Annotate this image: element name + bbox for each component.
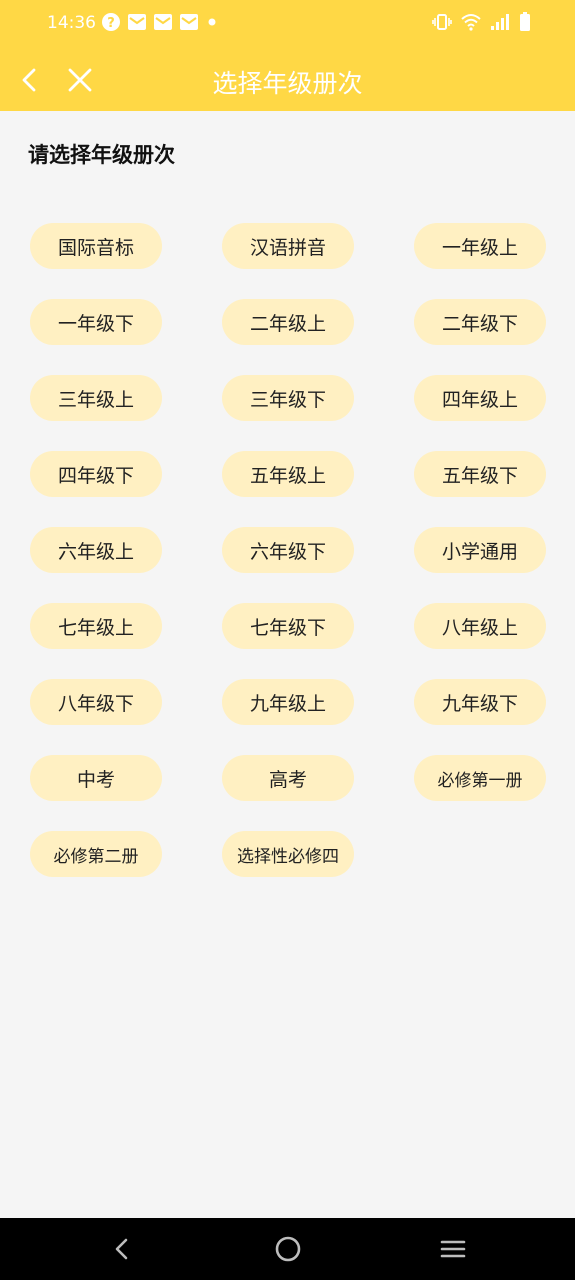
grade-chip[interactable]: 选择性必修四	[222, 831, 354, 877]
grade-chip[interactable]: 必修第一册	[414, 755, 546, 801]
grade-chip[interactable]: 四年级上	[414, 375, 546, 421]
grade-chip[interactable]: 二年级上	[222, 299, 354, 345]
grade-chip[interactable]: 九年级下	[414, 679, 546, 725]
app-header: 14:36 ? 选择年级册次	[0, 0, 575, 111]
status-bar: 14:36 ?	[0, 0, 575, 48]
grade-chip[interactable]: 七年级上	[30, 603, 162, 649]
grade-chip[interactable]: 六年级上	[30, 527, 162, 573]
grade-chip[interactable]: 四年级下	[30, 451, 162, 497]
grade-chip[interactable]: 小学通用	[414, 527, 546, 573]
nav-recents-icon[interactable]	[439, 1235, 467, 1263]
grade-chip[interactable]: 八年级上	[414, 603, 546, 649]
vibrate-icon	[432, 13, 452, 31]
system-icons	[432, 12, 531, 32]
section-heading: 请选择年级册次	[28, 143, 175, 167]
grade-chip[interactable]: 一年级下	[30, 299, 162, 345]
grade-chip[interactable]: 五年级下	[414, 451, 546, 497]
grade-chip[interactable]: 八年级下	[30, 679, 162, 725]
grade-chip[interactable]: 六年级下	[222, 527, 354, 573]
grade-chip[interactable]: 高考	[222, 755, 354, 801]
dot-icon	[205, 15, 219, 29]
grade-chip[interactable]: 五年级上	[222, 451, 354, 497]
toolbar: 选择年级册次	[0, 48, 575, 111]
grade-chip[interactable]: 中考	[30, 755, 162, 801]
mail-icon	[179, 13, 199, 31]
mail-icon	[153, 13, 173, 31]
page-title: 选择年级册次	[212, 69, 363, 98]
wifi-icon	[461, 13, 481, 31]
svg-text:?: ?	[107, 16, 115, 31]
grade-chip[interactable]: 三年级下	[222, 375, 354, 421]
battery-icon	[519, 12, 531, 32]
help-circle-icon: ?	[101, 12, 121, 32]
grade-chip[interactable]: 三年级上	[30, 375, 162, 421]
grade-chip[interactable]: 国际音标	[30, 223, 162, 269]
notification-icons: ?	[101, 12, 219, 32]
signal-icon	[490, 13, 510, 31]
nav-back-icon[interactable]	[108, 1235, 136, 1263]
grade-chip[interactable]: 九年级上	[222, 679, 354, 725]
grade-chip[interactable]: 汉语拼音	[222, 223, 354, 269]
mail-icon	[127, 13, 147, 31]
status-time: 14:36	[47, 13, 96, 33]
system-nav-bar	[0, 1218, 575, 1280]
grade-chip[interactable]: 必修第二册	[30, 831, 162, 877]
nav-home-icon[interactable]	[274, 1235, 302, 1263]
grade-grid: 国际音标 汉语拼音 一年级上 一年级下 二年级上 二年级下 三年级上 三年级下 …	[30, 223, 546, 877]
grade-chip[interactable]: 一年级上	[414, 223, 546, 269]
grade-chip[interactable]: 二年级下	[414, 299, 546, 345]
grade-chip[interactable]: 七年级下	[222, 603, 354, 649]
